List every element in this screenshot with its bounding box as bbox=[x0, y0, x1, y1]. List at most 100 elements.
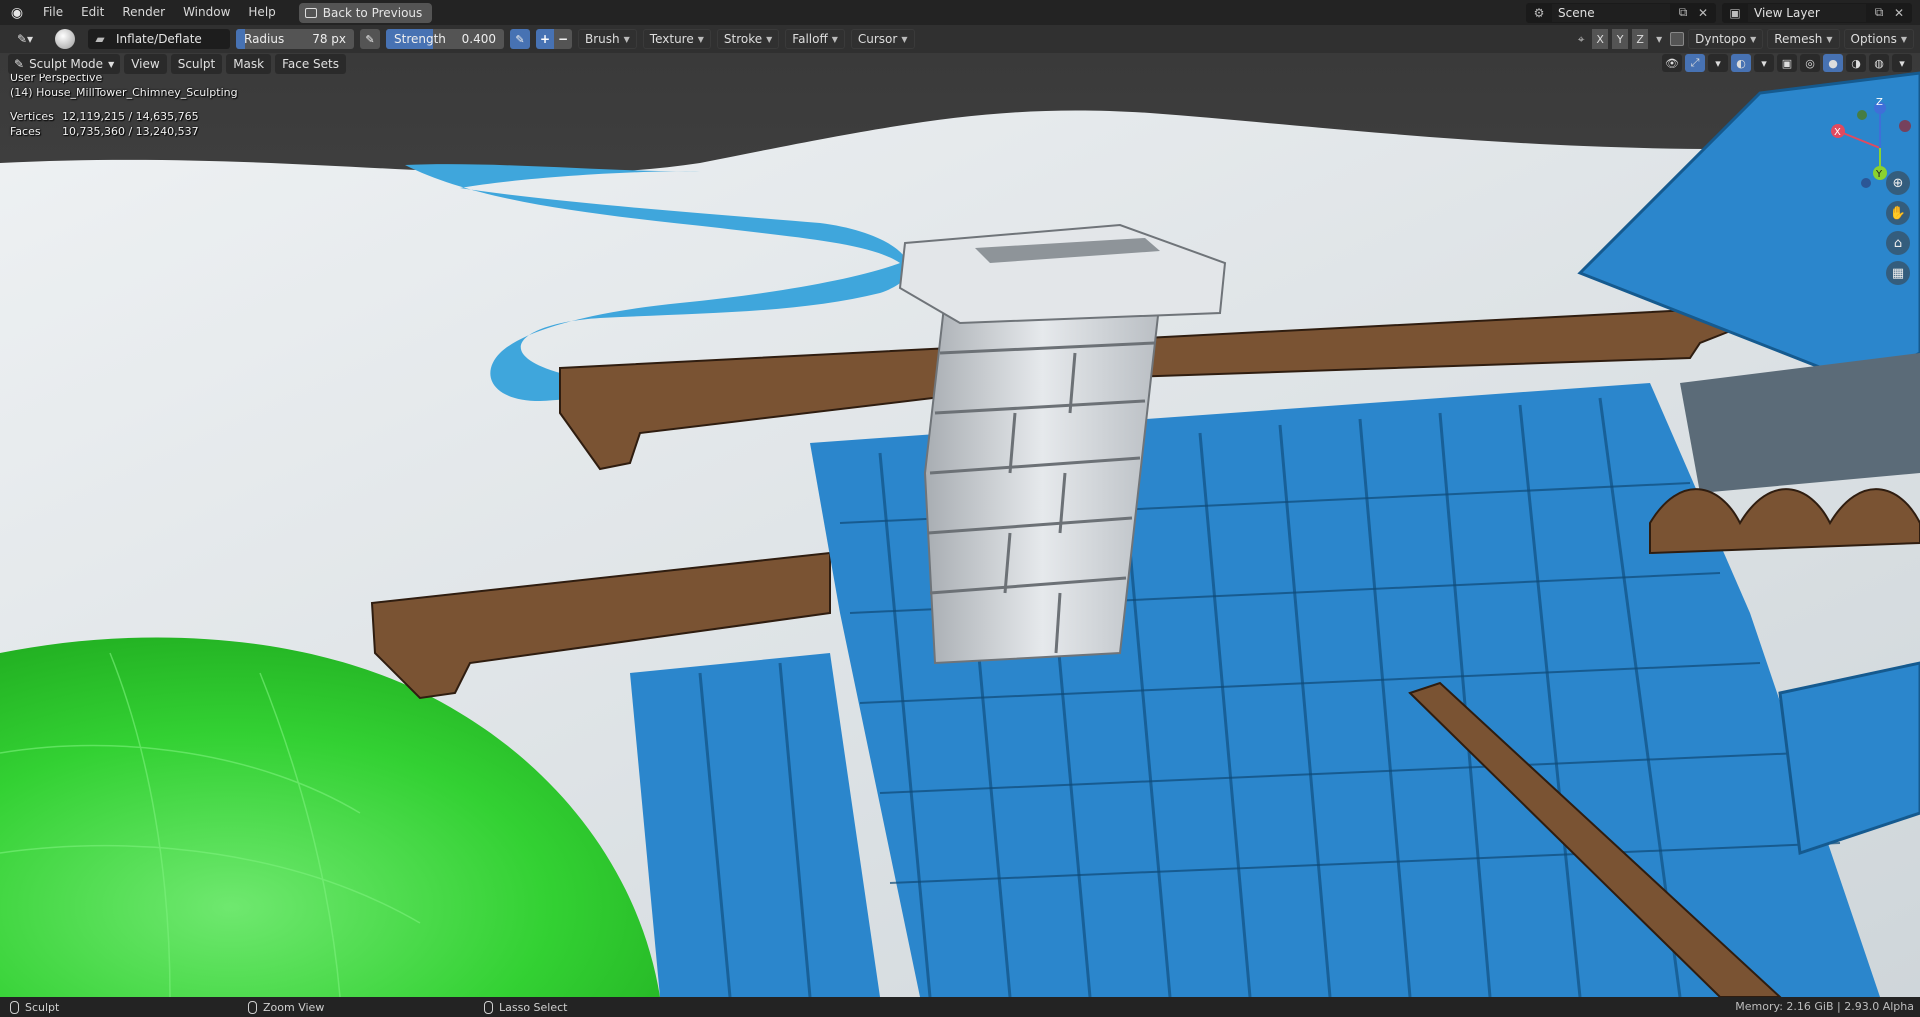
editor-type-icon[interactable]: ✎▾ bbox=[8, 29, 42, 49]
menu-view[interactable]: View bbox=[124, 54, 167, 74]
chevron-down-icon: ▼ bbox=[623, 34, 630, 44]
camera-icon[interactable]: ⌂ bbox=[1886, 231, 1910, 255]
dyntopo-checkbox[interactable] bbox=[1670, 32, 1685, 46]
dyntopo-dropdown[interactable]: Dyntopo ▼ bbox=[1688, 29, 1764, 49]
radius-label: Radius bbox=[244, 32, 285, 46]
tool-settings-header: ✎▾ ▰ Inflate/Deflate Radius 78 px ✎ Stre… bbox=[0, 25, 1920, 53]
chevron-down-icon[interactable]: ▾ bbox=[1754, 54, 1774, 72]
status-right-label: Lasso Select bbox=[499, 1000, 568, 1014]
direction-toggle: + − bbox=[536, 29, 572, 49]
remesh-label: Remesh bbox=[1774, 32, 1823, 46]
vertices-label: Vertices bbox=[10, 110, 54, 123]
dyntopo-label: Dyntopo bbox=[1695, 32, 1747, 46]
chevron-down-icon: ▼ bbox=[766, 34, 773, 44]
menu-render[interactable]: Render bbox=[113, 0, 174, 25]
view-layer-name[interactable]: View Layer bbox=[1748, 3, 1866, 22]
neg-z-axis-handle[interactable] bbox=[1861, 178, 1871, 188]
strength-pressure-icon[interactable]: ✎ bbox=[510, 29, 530, 49]
options-dropdown[interactable]: Options ▼ bbox=[1843, 29, 1914, 49]
chevron-down-icon: ▼ bbox=[831, 34, 838, 44]
back-to-previous-button[interactable]: Back to Previous bbox=[298, 2, 433, 23]
add-direction-button[interactable]: + bbox=[536, 29, 554, 49]
scene-icon: ⚙ bbox=[1533, 5, 1545, 20]
strength-value: 0.400 bbox=[461, 32, 496, 46]
texture-dropdown[interactable]: Texture ▼ bbox=[642, 29, 711, 49]
chevron-down-icon: ▼ bbox=[108, 59, 115, 69]
solid-shading-icon[interactable]: ● bbox=[1823, 54, 1843, 72]
stroke-dropdown-label: Stroke bbox=[723, 32, 763, 46]
chevron-down-icon: ▼ bbox=[901, 34, 908, 44]
brush-dropdown[interactable]: Brush ▼ bbox=[578, 29, 637, 49]
mirror-z-toggle[interactable]: Z bbox=[1632, 29, 1649, 49]
gizmo-z-label: Z bbox=[1876, 97, 1883, 108]
vertices-value: 12,119,215 / 14,635,765 bbox=[62, 110, 199, 123]
delete-view-layer-icon[interactable]: ✕ bbox=[1892, 6, 1906, 20]
3d-viewport[interactable]: X Z Y User Perspective (14) House_MillTo… bbox=[0, 53, 1920, 997]
falloff-dropdown[interactable]: Falloff ▼ bbox=[785, 29, 845, 49]
blender-logo-icon[interactable]: ◉ bbox=[0, 0, 34, 25]
top-menu-bar: ◉ File Edit Render Window Help Back to P… bbox=[0, 0, 1920, 25]
menu-help[interactable]: Help bbox=[239, 0, 284, 25]
menu-file[interactable]: File bbox=[34, 0, 72, 25]
brush-preview[interactable] bbox=[48, 29, 82, 49]
memory-version-info: Memory: 2.16 GiB | 2.93.0 Alpha bbox=[1735, 1000, 1914, 1013]
vertices-stat: Vertices 12,119,215 / 14,635,765 bbox=[10, 110, 199, 123]
brush-selector[interactable]: ▰ Inflate/Deflate bbox=[88, 29, 230, 49]
faces-value: 10,735,360 / 13,240,537 bbox=[62, 125, 199, 138]
chevron-down-icon[interactable]: ▾ bbox=[1892, 54, 1912, 72]
zoom-icon[interactable]: ⊕ bbox=[1886, 171, 1910, 195]
options-label: Options bbox=[1850, 32, 1897, 46]
mirror-x-toggle[interactable]: X bbox=[1592, 29, 1609, 49]
back-to-previous-label: Back to Previous bbox=[322, 5, 423, 20]
chevron-down-icon: ▼ bbox=[1900, 34, 1907, 44]
menu-edit[interactable]: Edit bbox=[72, 0, 113, 25]
sculpt-mode-icon: ✎ bbox=[14, 57, 25, 71]
menu-face-sets[interactable]: Face Sets bbox=[275, 54, 347, 74]
pan-hand-icon[interactable]: ✋ bbox=[1886, 201, 1910, 225]
mode-label: Sculpt Mode bbox=[29, 57, 104, 71]
mouse-left-icon bbox=[10, 1000, 19, 1014]
wireframe-shading-icon[interactable]: ◎ bbox=[1800, 54, 1820, 72]
active-object-label: (14) House_MillTower_Chimney_Sculpting bbox=[10, 86, 238, 99]
scene-name[interactable]: Scene bbox=[1552, 3, 1670, 22]
gizmo-toggle-icon[interactable]: ⤢ bbox=[1685, 54, 1705, 72]
texture-dropdown-label: Texture bbox=[649, 32, 694, 46]
menu-sculpt[interactable]: Sculpt bbox=[170, 54, 223, 74]
subtract-direction-button[interactable]: − bbox=[554, 29, 572, 49]
mouse-right-icon bbox=[484, 1000, 493, 1014]
cursor-dropdown[interactable]: Cursor ▼ bbox=[850, 29, 915, 49]
strength-label: Strength bbox=[394, 32, 446, 46]
neg-x-axis-handle[interactable] bbox=[1899, 120, 1911, 132]
delete-scene-icon[interactable]: ✕ bbox=[1696, 6, 1710, 20]
stroke-dropdown[interactable]: Stroke ▼ bbox=[716, 29, 780, 49]
mode-selector[interactable]: ✎ Sculpt Mode ▼ bbox=[8, 54, 121, 74]
radius-slider[interactable]: Radius 78 px bbox=[236, 29, 354, 49]
cursor-dropdown-label: Cursor bbox=[857, 32, 898, 46]
scene-selector[interactable]: ⚙ Scene ⧉ ✕ bbox=[1526, 2, 1716, 23]
menu-mask[interactable]: Mask bbox=[226, 54, 272, 74]
material-shading-icon[interactable]: ◑ bbox=[1846, 54, 1866, 72]
chevron-down-icon[interactable]: ▾ bbox=[1708, 54, 1728, 72]
radius-pressure-icon[interactable]: ✎ bbox=[360, 29, 380, 49]
scene-controls: ⚙ Scene ⧉ ✕ ▣ View Layer ⧉ ✕ bbox=[1526, 0, 1920, 25]
ortho-grid-icon[interactable]: ▦ bbox=[1886, 261, 1910, 285]
view-layer-selector[interactable]: ▣ View Layer ⧉ ✕ bbox=[1722, 2, 1912, 23]
visibility-eye-icon[interactable]: 👁 bbox=[1662, 54, 1682, 72]
neg-y-axis-handle[interactable] bbox=[1857, 110, 1867, 120]
chevron-down-icon[interactable]: ▾ bbox=[1652, 32, 1666, 46]
mirror-y-toggle[interactable]: Y bbox=[1612, 29, 1629, 49]
brush-name-field[interactable]: Inflate/Deflate bbox=[112, 32, 230, 46]
new-view-layer-icon[interactable]: ⧉ bbox=[1872, 5, 1886, 20]
rendered-shading-icon[interactable]: ◍ bbox=[1869, 54, 1889, 72]
strength-slider[interactable]: Strength 0.400 bbox=[386, 29, 504, 49]
overlay-toggle-icon[interactable]: ◐ bbox=[1731, 54, 1751, 72]
new-scene-icon[interactable]: ⧉ bbox=[1676, 5, 1690, 20]
brush-dropdown-label: Brush bbox=[585, 32, 620, 46]
mouse-middle-icon bbox=[248, 1000, 257, 1014]
remesh-dropdown[interactable]: Remesh ▼ bbox=[1767, 29, 1840, 49]
chevron-down-icon: ▼ bbox=[1750, 34, 1757, 44]
xray-toggle-icon[interactable]: ▣ bbox=[1777, 54, 1797, 72]
status-right-action: Lasso Select bbox=[484, 1000, 568, 1014]
menu-window[interactable]: Window bbox=[174, 0, 239, 25]
chevron-down-icon: ▼ bbox=[1826, 34, 1833, 44]
